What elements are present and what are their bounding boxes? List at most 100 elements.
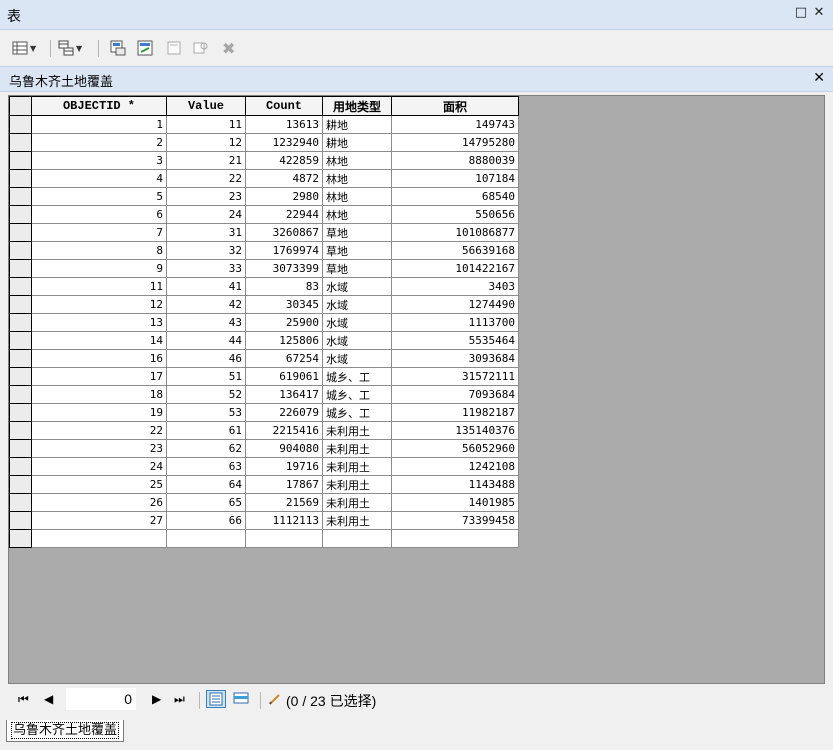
cell-count[interactable]: 619061 <box>245 367 323 386</box>
table-row[interactable]: 24 63 19716 未利用土 1242108 <box>9 457 519 476</box>
cell-count[interactable]: 904080 <box>245 439 323 458</box>
cell-area[interactable]: 11982187 <box>391 403 519 422</box>
cell-landuse[interactable]: 耕地 <box>322 115 392 134</box>
cell-objectid[interactable]: 2 <box>31 133 167 152</box>
cell-landuse[interactable]: 城乡、工 <box>322 403 392 422</box>
table-row[interactable]: 27 66 1112113 未利用土 73399458 <box>9 511 519 530</box>
cell-area[interactable]: 73399458 <box>391 511 519 530</box>
cell-objectid[interactable]: 27 <box>31 511 167 530</box>
table-row[interactable]: 3 21 422859 林地 8880039 <box>9 151 519 170</box>
cell-count[interactable]: 25900 <box>245 313 323 332</box>
close-tab-icon[interactable]: ✕ <box>813 70 825 86</box>
last-record-icon[interactable]: ⏭ <box>174 692 185 707</box>
row-selector[interactable] <box>9 277 32 296</box>
cell-area[interactable]: 101422167 <box>391 259 519 278</box>
cell-value[interactable]: 41 <box>166 277 246 296</box>
empty-new-row[interactable] <box>9 529 519 548</box>
cell-area[interactable]: 3403 <box>391 277 519 296</box>
cell-area[interactable]: 3093684 <box>391 349 519 368</box>
empty-cell[interactable] <box>391 529 519 548</box>
first-record-icon[interactable]: ⏮ <box>18 692 29 707</box>
row-selector[interactable] <box>9 439 32 458</box>
cell-value[interactable]: 24 <box>166 205 246 224</box>
cell-objectid[interactable]: 11 <box>31 277 167 296</box>
cell-objectid[interactable]: 19 <box>31 403 167 422</box>
cell-landuse[interactable]: 未利用土 <box>322 511 392 530</box>
cell-value[interactable]: 44 <box>166 331 246 350</box>
cell-value[interactable]: 63 <box>166 457 246 476</box>
cell-area[interactable]: 5535464 <box>391 331 519 350</box>
cell-value[interactable]: 21 <box>166 151 246 170</box>
table-row[interactable]: 8 32 1769974 草地 56639168 <box>9 241 519 260</box>
cell-area[interactable]: 107184 <box>391 169 519 188</box>
cell-landuse[interactable]: 水域 <box>322 349 392 368</box>
table-row[interactable]: 25 64 17867 未利用土 1143488 <box>9 475 519 494</box>
cell-landuse[interactable]: 耕地 <box>322 133 392 152</box>
row-selector[interactable] <box>9 511 32 530</box>
select-all-cell[interactable] <box>9 96 32 116</box>
cell-area[interactable]: 1143488 <box>391 475 519 494</box>
cell-objectid[interactable]: 24 <box>31 457 167 476</box>
cell-value[interactable]: 22 <box>166 169 246 188</box>
row-selector[interactable] <box>9 331 32 350</box>
switch-selection-button[interactable] <box>137 39 153 57</box>
column-header-area[interactable]: 面积 <box>391 96 519 116</box>
cell-area[interactable]: 31572111 <box>391 367 519 386</box>
show-selected-records-button[interactable] <box>232 690 252 708</box>
delete-selected-button[interactable]: ✖ <box>222 39 235 58</box>
table-row[interactable]: 19 53 226079 城乡、工 11982187 <box>9 403 519 422</box>
cell-landuse[interactable]: 林地 <box>322 151 392 170</box>
cell-landuse[interactable]: 林地 <box>322 169 392 188</box>
table-row[interactable]: 5 23 2980 林地 68540 <box>9 187 519 206</box>
table-options-button[interactable]: ▼ <box>12 39 36 57</box>
cell-count[interactable]: 422859 <box>245 151 323 170</box>
row-selector[interactable] <box>9 403 32 422</box>
cell-value[interactable]: 52 <box>166 385 246 404</box>
empty-cell[interactable] <box>166 529 246 548</box>
cell-count[interactable]: 22944 <box>245 205 323 224</box>
table-row[interactable]: 14 44 125806 水域 5535464 <box>9 331 519 350</box>
cell-landuse[interactable]: 水域 <box>322 277 392 296</box>
table-row[interactable]: 22 61 2215416 未利用土 135140376 <box>9 421 519 440</box>
cell-count[interactable]: 1232940 <box>245 133 323 152</box>
row-selector[interactable] <box>9 295 32 314</box>
cell-count[interactable]: 67254 <box>245 349 323 368</box>
cell-value[interactable]: 65 <box>166 493 246 512</box>
cell-landuse[interactable]: 水域 <box>322 331 392 350</box>
cell-value[interactable]: 66 <box>166 511 246 530</box>
previous-record-icon[interactable]: ◀ <box>44 692 53 706</box>
cell-count[interactable]: 17867 <box>245 475 323 494</box>
cell-objectid[interactable]: 25 <box>31 475 167 494</box>
cell-area[interactable]: 68540 <box>391 187 519 206</box>
cell-value[interactable]: 51 <box>166 367 246 386</box>
cell-objectid[interactable]: 23 <box>31 439 167 458</box>
cell-count[interactable]: 136417 <box>245 385 323 404</box>
table-row[interactable]: 6 24 22944 林地 550656 <box>9 205 519 224</box>
cell-objectid[interactable]: 9 <box>31 259 167 278</box>
row-selector[interactable] <box>9 241 32 260</box>
cell-value[interactable]: 42 <box>166 295 246 314</box>
table-row[interactable]: 7 31 3260867 草地 101086877 <box>9 223 519 242</box>
cell-area[interactable]: 56052960 <box>391 439 519 458</box>
row-selector[interactable] <box>9 223 32 242</box>
cell-landuse[interactable]: 水域 <box>322 313 392 332</box>
cell-landuse[interactable]: 未利用土 <box>322 457 392 476</box>
cell-count[interactable]: 125806 <box>245 331 323 350</box>
table-row[interactable]: 18 52 136417 城乡、工 7093684 <box>9 385 519 404</box>
row-selector[interactable] <box>9 385 32 404</box>
cell-value[interactable]: 31 <box>166 223 246 242</box>
cell-landuse[interactable]: 草地 <box>322 241 392 260</box>
cell-landuse[interactable]: 未利用土 <box>322 493 392 512</box>
column-header-landuse[interactable]: 用地类型 <box>322 96 392 116</box>
cell-landuse[interactable]: 城乡、工 <box>322 367 392 386</box>
cell-value[interactable]: 43 <box>166 313 246 332</box>
row-selector[interactable] <box>9 205 32 224</box>
table-row[interactable]: 17 51 619061 城乡、工 31572111 <box>9 367 519 386</box>
row-selector[interactable] <box>9 187 32 206</box>
cell-value[interactable]: 62 <box>166 439 246 458</box>
row-selector[interactable] <box>9 169 32 188</box>
cell-area[interactable]: 56639168 <box>391 241 519 260</box>
table-row[interactable]: 12 42 30345 水域 1274490 <box>9 295 519 314</box>
cell-value[interactable]: 23 <box>166 187 246 206</box>
table-row[interactable]: 13 43 25900 水域 1113700 <box>9 313 519 332</box>
